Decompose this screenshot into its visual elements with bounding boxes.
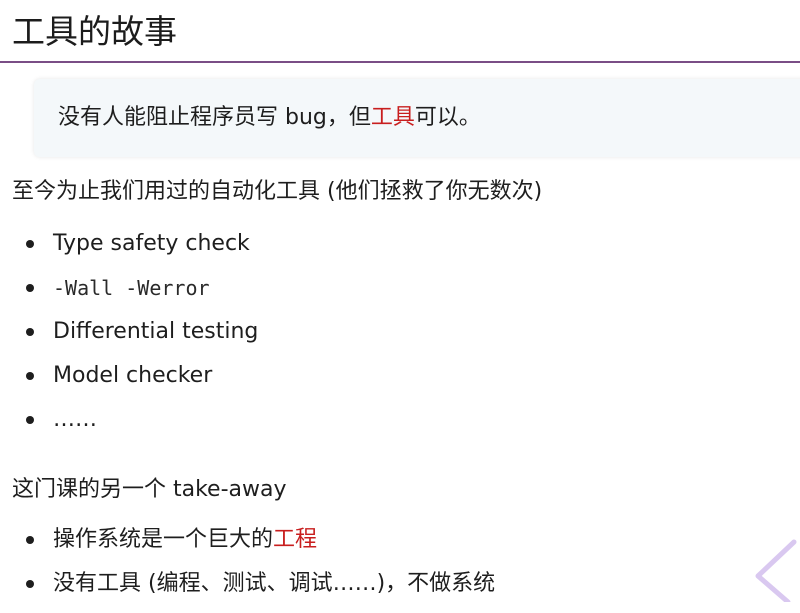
takeaway-text: 没有工具 (编程、测试、调试……)，不做系统 — [53, 571, 496, 596]
bullet-icon — [26, 580, 34, 588]
title-divider — [0, 61, 800, 63]
takeaway-list-item: 没有工具 (编程、测试、调试……)，不做系统 — [0, 569, 495, 613]
tool-list: Type safety check -Wall -Werror Differen… — [0, 229, 258, 449]
tool-label: Type safety check — [53, 231, 250, 256]
tool-label: …… — [53, 407, 97, 432]
callout-box: 没有人能阻止程序员写 bug，但工具可以。 — [34, 79, 800, 157]
bullet-icon — [26, 536, 34, 544]
bullet-icon — [26, 328, 34, 336]
intro-paragraph: 至今为止我们用过的自动化工具 (他们拯救了你无数次) — [12, 179, 543, 204]
tool-list-item: …… — [0, 405, 258, 449]
slide-title: 工具的故事 — [12, 12, 177, 51]
tool-list-item: Differential testing — [0, 317, 258, 361]
chevron-left-icon[interactable] — [752, 536, 800, 602]
callout-highlight: 工具 — [370, 105, 415, 130]
bullet-icon — [26, 416, 34, 424]
tool-label: Differential testing — [53, 319, 259, 344]
bullet-icon — [26, 284, 34, 292]
takeaway-highlight: 工程 — [273, 527, 318, 552]
takeaway-list-item: 操作系统是一个巨大的工程 — [0, 525, 495, 569]
bullet-icon — [26, 240, 34, 248]
tool-list-item: Model checker — [0, 361, 258, 405]
tool-label: Model checker — [53, 363, 213, 388]
callout-text-after: 可以。 — [414, 105, 481, 130]
callout-text-before: 没有人能阻止程序员写 bug，但 — [58, 105, 371, 130]
bullet-icon — [26, 372, 34, 380]
tool-label-code: -Wall -Werror — [53, 276, 210, 300]
tool-list-item: -Wall -Werror — [0, 273, 258, 317]
takeaway-list: 操作系统是一个巨大的工程 没有工具 (编程、测试、调试……)，不做系统 — [0, 525, 495, 613]
callout-text: 没有人能阻止程序员写 bug，但工具可以。 — [58, 103, 481, 133]
takeaway-text: 操作系统是一个巨大的 — [53, 527, 274, 552]
takeaway-paragraph: 这门课的另一个 take-away — [12, 477, 287, 502]
tool-list-item: Type safety check — [0, 229, 258, 273]
